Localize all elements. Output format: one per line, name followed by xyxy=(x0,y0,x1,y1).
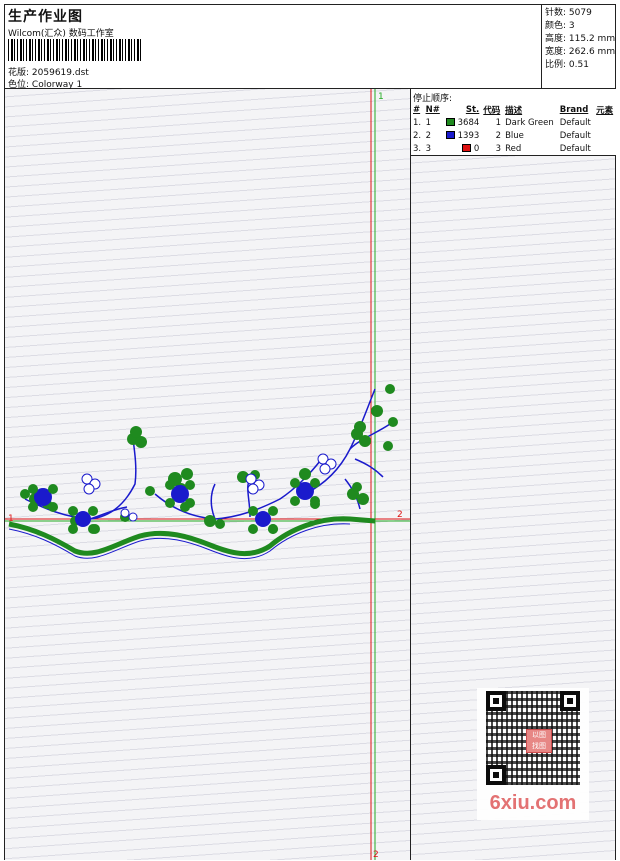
design-height: 高度: 115.2 mm xyxy=(545,33,615,46)
row-code: 3 xyxy=(495,143,502,154)
stop-sequence-panel: 停止顺序: # N# St. 代码 描述 Brand 元素 1. 1 3684 … xyxy=(411,89,616,156)
table-header-row: # N# St. 代码 描述 Brand 元素 xyxy=(411,103,616,116)
table-row[interactable]: 2. 2 1393 2 Blue Default xyxy=(411,129,616,142)
header: 生产作业图 Wilcom(汇众) 数码工作室 花版: 2059619.dst 色… xyxy=(5,5,615,90)
marker-top: 1 xyxy=(378,92,384,102)
stitch-count-label: 针数: xyxy=(545,8,567,18)
color-count-label: 颜色: xyxy=(545,21,567,31)
row-brand: Default xyxy=(559,117,591,128)
row-brand: Default xyxy=(559,130,591,141)
flower-petals xyxy=(28,478,320,534)
seal-text: 以图 xyxy=(532,731,546,739)
row-desc: Blue xyxy=(505,130,524,141)
row-seq: 1. xyxy=(413,117,422,128)
row-element xyxy=(594,116,616,129)
vine-stems xyxy=(24,388,391,520)
stitch-count-value: 5079 xyxy=(568,8,592,18)
design-scale: 比例: 0.51 xyxy=(545,59,615,72)
design-height-value: 115.2 mm xyxy=(568,34,616,44)
col-code: 代码 xyxy=(483,105,501,116)
row-n: 1 xyxy=(425,117,431,128)
row-stitch-value: 1393 xyxy=(457,130,480,141)
barcode xyxy=(8,39,143,61)
scalloped-border xyxy=(8,516,376,557)
qr-code: 以图 找图 xyxy=(486,691,580,785)
color-count: 颜色: 3 xyxy=(545,20,615,33)
watermark-site: 6xiu.com xyxy=(489,792,577,814)
studio-name: Wilcom(汇众) 数码工作室 xyxy=(8,29,114,39)
col-stitches: St. xyxy=(465,104,480,115)
design-stats: 针数: 5079 颜色: 3 高度: 115.2 mm 宽度: 262.6 mm… xyxy=(541,5,615,89)
row-n: 3 xyxy=(425,143,431,154)
row-desc: Red xyxy=(505,143,522,154)
design-scale-value: 0.51 xyxy=(568,60,589,70)
row-code: 2 xyxy=(495,130,502,141)
color-swatch xyxy=(445,131,455,139)
page-title: 生产作业图 xyxy=(8,9,83,25)
row-element xyxy=(594,142,616,155)
col-brand: Brand xyxy=(559,104,589,115)
col-desc: 描述 xyxy=(505,105,523,116)
table-row[interactable]: 3. 3 0 3 Red Default xyxy=(411,142,616,155)
row-stitches: 0 xyxy=(443,142,482,155)
row-desc: Dark Green xyxy=(505,117,554,128)
qr-finder-icon xyxy=(486,691,506,711)
color-swatch xyxy=(445,118,455,126)
color-count-value: 3 xyxy=(568,21,575,31)
qr-finder-icon xyxy=(560,691,580,711)
color-swatch xyxy=(462,144,472,152)
design-scale-label: 比例: xyxy=(545,60,567,70)
design-width-label: 宽度: xyxy=(545,47,567,57)
seal-text: 找图 xyxy=(532,742,546,750)
design-canvas[interactable]: 1 2 2 1 xyxy=(5,89,410,860)
row-stitches: 3684 xyxy=(443,116,482,129)
marker-right: 2 xyxy=(397,510,403,520)
row-stitch-value: 3684 xyxy=(457,117,480,128)
marker-bottom: 2 xyxy=(373,850,379,860)
production-worksheet: 生产作业图 Wilcom(汇众) 数码工作室 花版: 2059619.dst 色… xyxy=(4,4,616,860)
table-row[interactable]: 1. 1 3684 1 Dark Green Default xyxy=(411,116,616,129)
design-height-label: 高度: xyxy=(545,34,567,44)
row-brand: Default xyxy=(559,143,591,154)
row-n: 2 xyxy=(425,130,431,141)
row-stitch-value: 0 xyxy=(473,143,480,154)
col-n: N# xyxy=(425,104,440,115)
row-stitches: 1393 xyxy=(443,129,482,142)
row-code: 1 xyxy=(495,117,502,128)
stop-sequence-table: # N# St. 代码 描述 Brand 元素 1. 1 3684 1 Dark… xyxy=(411,103,616,155)
row-element xyxy=(594,129,616,142)
col-seq: # xyxy=(413,104,421,115)
qr-finder-icon xyxy=(486,765,506,785)
col-element: 元素 xyxy=(596,105,614,116)
design-width: 宽度: 262.6 mm xyxy=(545,46,615,59)
qr-watermark: 以图 找图 6xiu.com xyxy=(477,688,589,820)
design-width-value: 262.6 mm xyxy=(568,47,616,57)
qr-seal-icon: 以图 找图 xyxy=(526,729,552,753)
stitch-count: 针数: 5079 xyxy=(545,7,615,20)
row-seq: 2. xyxy=(413,130,422,141)
row-seq: 3. xyxy=(413,143,422,154)
embroidery-preview: 1 2 2 1 xyxy=(5,89,410,860)
